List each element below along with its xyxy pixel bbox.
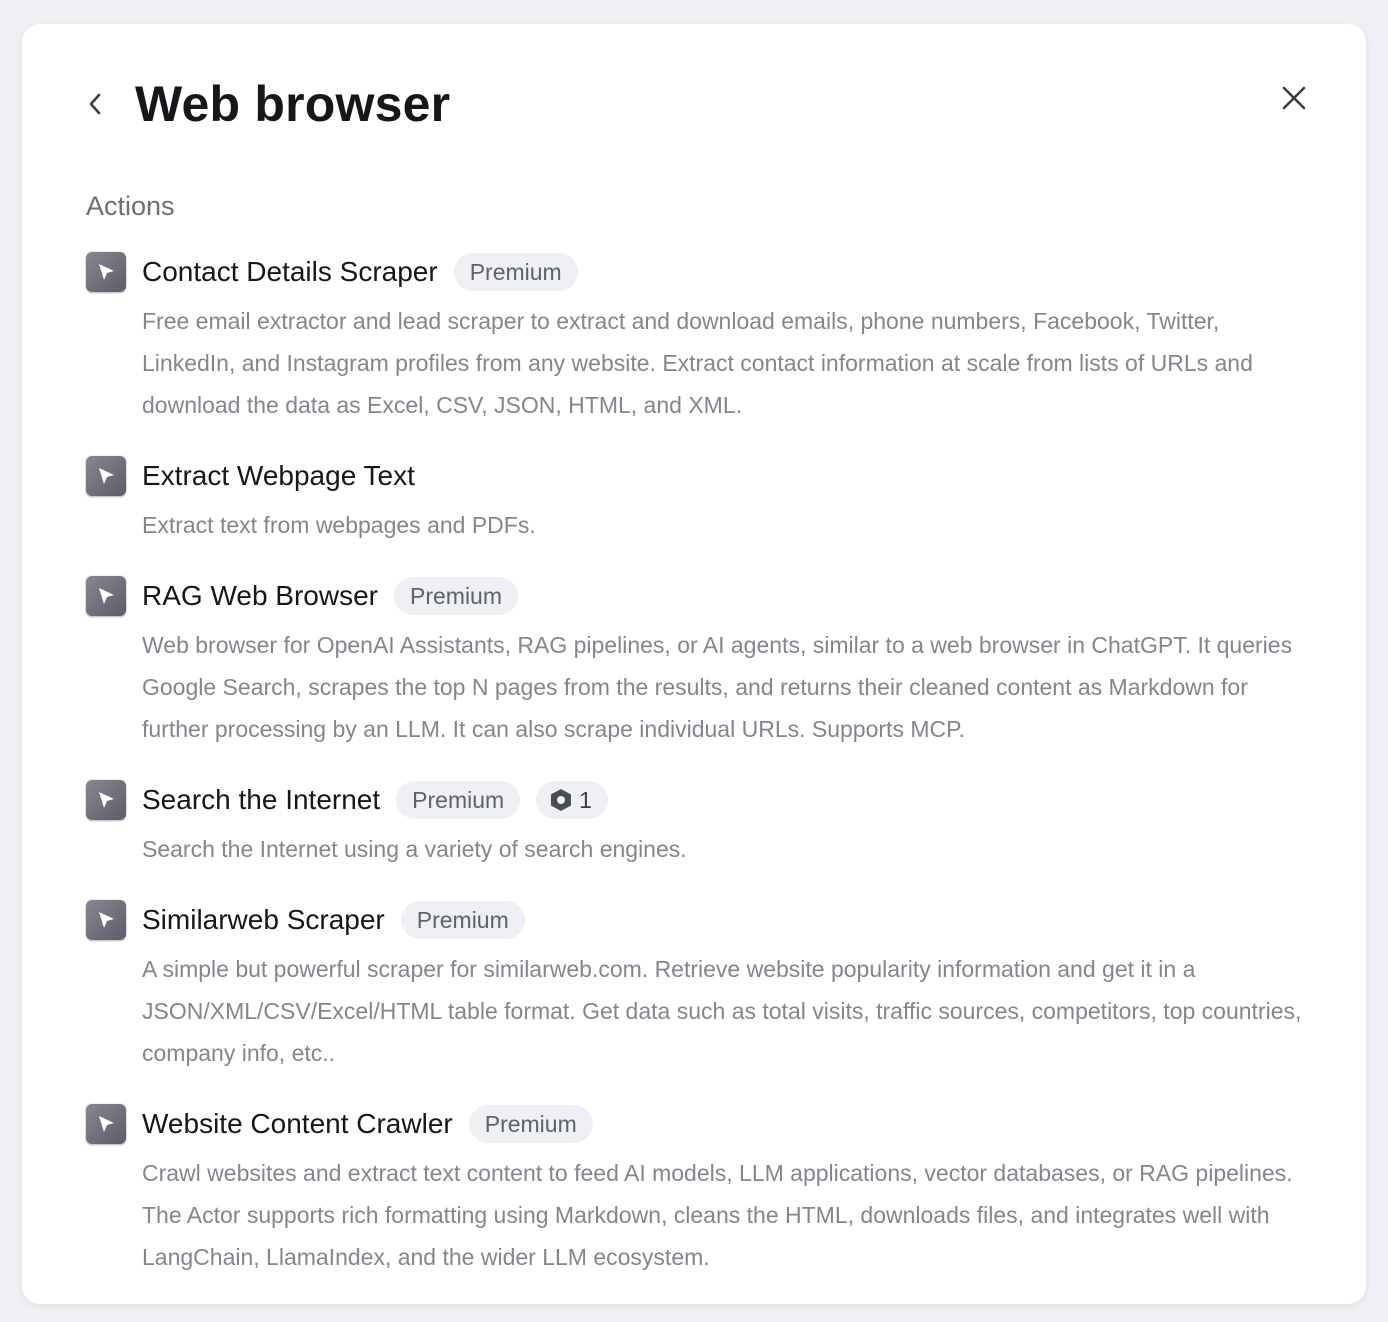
action-item-title: Website Content Crawler: [142, 1108, 453, 1139]
chevron-left-icon: [89, 93, 101, 115]
back-button[interactable]: [80, 86, 110, 122]
usage-count-badge: 1: [536, 781, 608, 819]
action-item-header: Contact Details Scraper Premium: [142, 252, 1316, 292]
action-item-title: Search the Internet: [142, 784, 381, 815]
panel-header: Web browser: [22, 24, 1366, 174]
premium-badge: Premium: [468, 1105, 593, 1143]
close-button[interactable]: [1276, 80, 1312, 116]
section-label-actions: Actions: [86, 191, 175, 221]
actions-list: Contact Details Scraper Premium Free ema…: [86, 252, 1316, 1278]
usage-count: 1: [579, 786, 592, 813]
action-item-rag-web-browser[interactable]: RAG Web Browser Premium Web browser for …: [86, 576, 1316, 750]
cursor-icon: [86, 456, 126, 496]
action-item-header: Search the Internet Premium 1: [142, 780, 1316, 820]
premium-badge: Premium: [400, 901, 525, 939]
action-item-title: Similarweb Scraper: [142, 904, 385, 935]
action-item-header: Website Content Crawler Premium: [142, 1104, 1316, 1144]
cursor-icon: [86, 780, 126, 820]
action-item-header: Similarweb Scraper Premium: [142, 900, 1316, 940]
action-item-title: RAG Web Browser: [142, 580, 378, 611]
premium-badge: Premium: [396, 781, 521, 819]
action-item-similarweb-scraper[interactable]: Similarweb Scraper Premium A simple but …: [86, 900, 1316, 1074]
action-item-description: A simple but powerful scraper for simila…: [142, 956, 1302, 1066]
page-title: Web browser: [135, 76, 451, 132]
premium-badge: Premium: [394, 577, 519, 615]
action-item-description: Free email extractor and lead scraper to…: [142, 308, 1253, 418]
action-item-contact-details-scraper[interactable]: Contact Details Scraper Premium Free ema…: [86, 252, 1316, 426]
premium-badge: Premium: [453, 253, 578, 291]
close-icon: [1282, 86, 1306, 110]
action-item-search-the-internet[interactable]: Search the Internet Premium 1 Search the…: [86, 780, 1316, 870]
cursor-icon: [86, 576, 126, 616]
cursor-icon: [86, 252, 126, 292]
action-item-header: RAG Web Browser Premium: [142, 576, 1316, 616]
hexagon-icon: [551, 789, 572, 811]
action-item-description: Search the Internet using a variety of s…: [142, 836, 687, 862]
action-item-description: Extract text from webpages and PDFs.: [142, 512, 536, 538]
cursor-icon: [86, 1104, 126, 1144]
action-item-title: Extract Webpage Text: [142, 460, 415, 491]
action-item-website-content-crawler[interactable]: Website Content Crawler Premium Crawl we…: [86, 1104, 1316, 1278]
cursor-icon: [86, 900, 126, 940]
action-item-extract-webpage-text[interactable]: Extract Webpage Text Extract text from w…: [86, 456, 1316, 546]
action-item-description: Crawl websites and extract text content …: [142, 1160, 1293, 1270]
web-browser-panel: Web browser Actions Contact Details Scra…: [22, 24, 1366, 1304]
action-item-description: Web browser for OpenAI Assistants, RAG p…: [142, 632, 1293, 742]
action-item-title: Contact Details Scraper: [142, 256, 438, 287]
action-item-header: Extract Webpage Text: [142, 456, 1316, 496]
